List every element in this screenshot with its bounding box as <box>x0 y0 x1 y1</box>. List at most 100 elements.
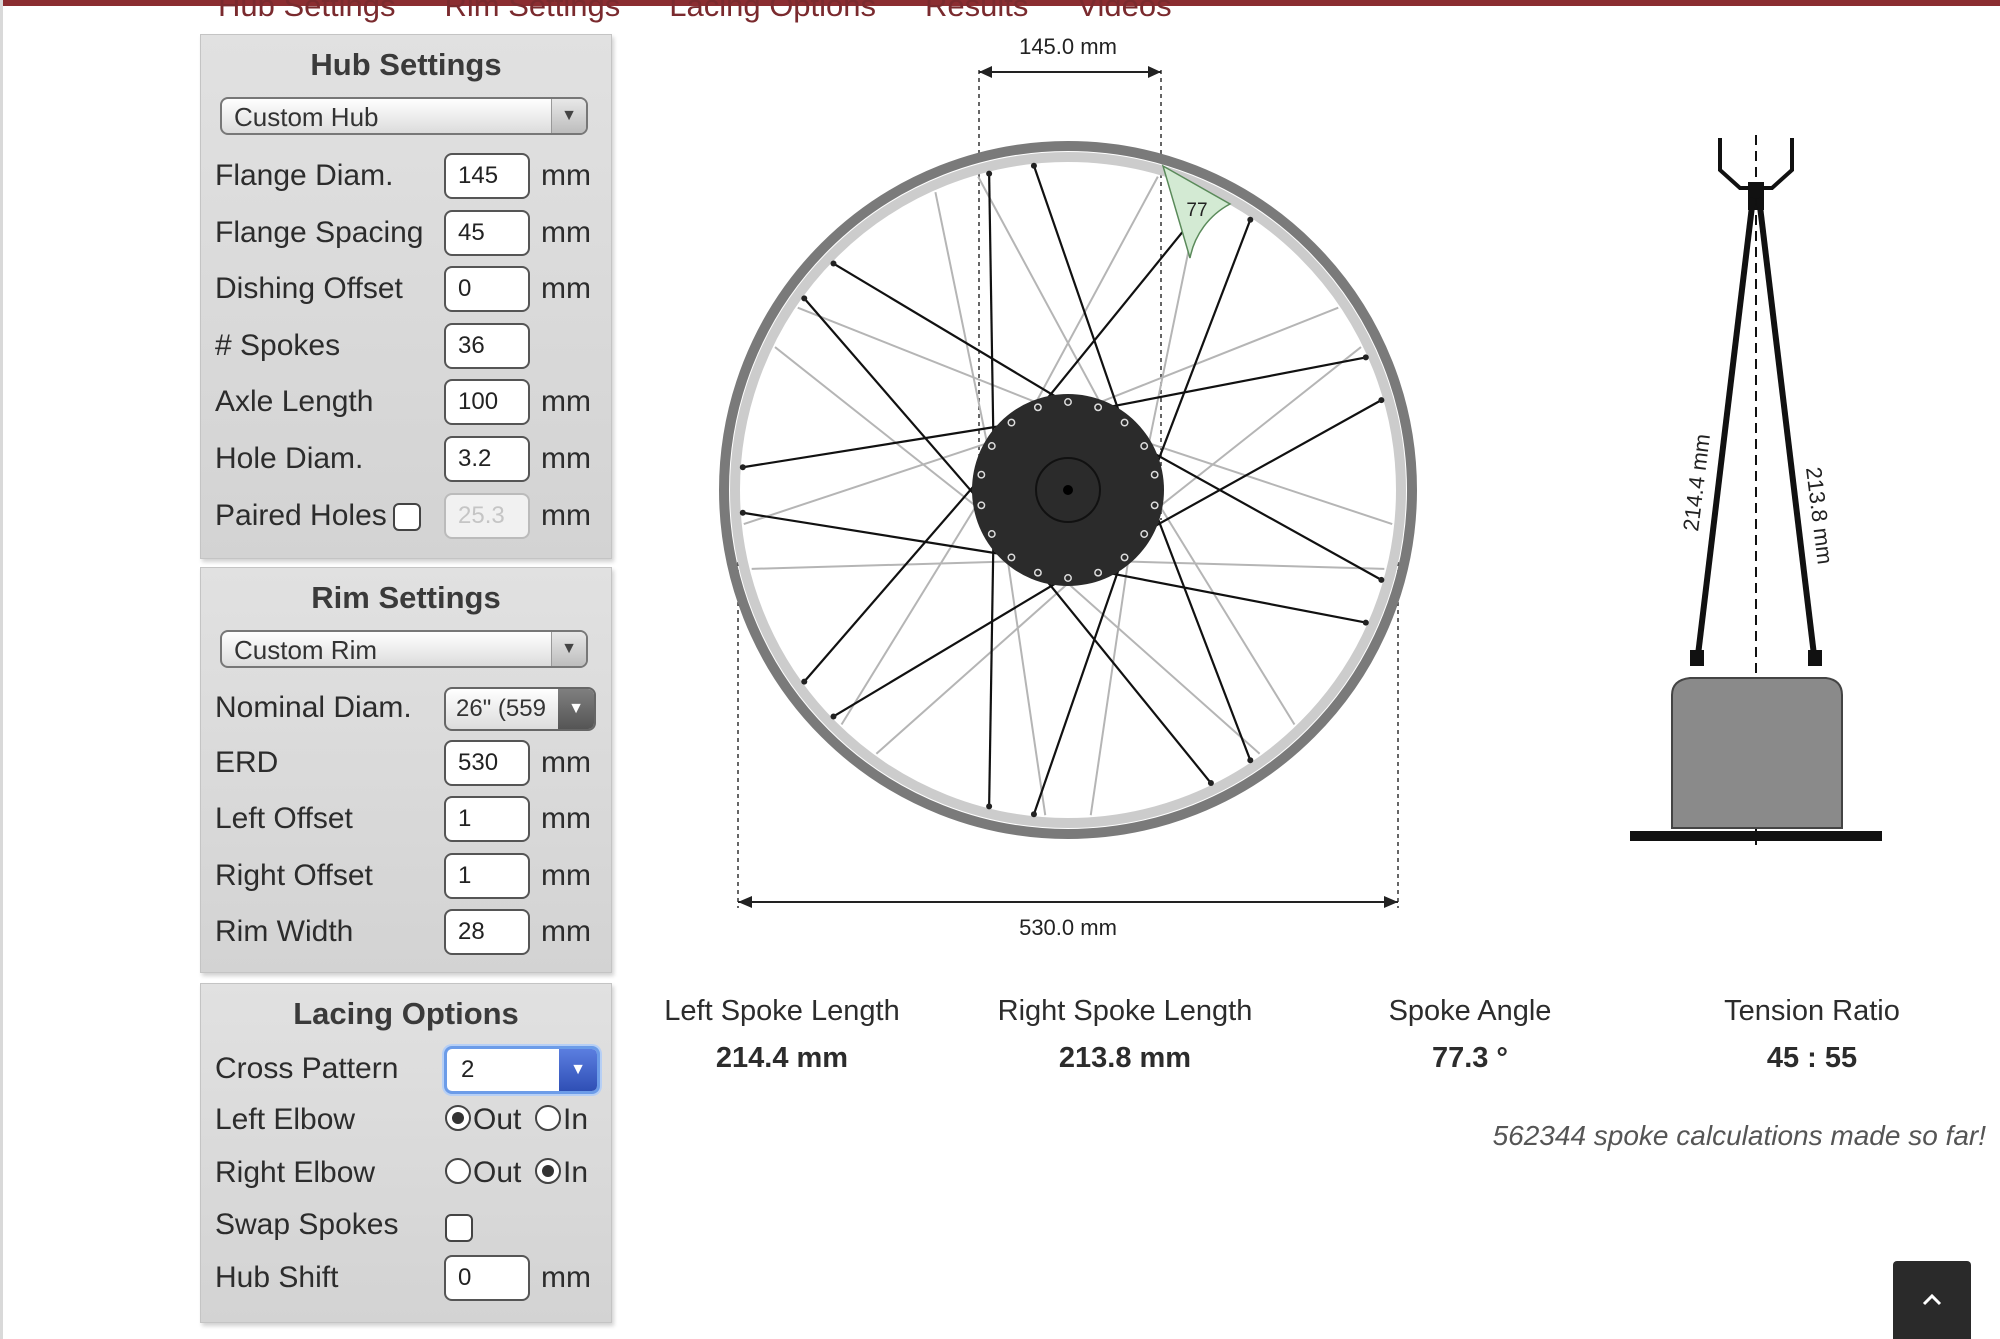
flange-spacing-value: 45 <box>458 219 485 246</box>
left-elbow-out-radio[interactable] <box>445 1105 471 1131</box>
back-spoke <box>751 560 1028 570</box>
flange-spacing-input[interactable]: 45 <box>444 210 530 256</box>
nominal-diam-value: 26" (559 <box>456 695 546 722</box>
spokes-row: # Spokes 36 <box>215 323 605 373</box>
chevron-up-icon <box>1922 1293 1942 1306</box>
left-elbow-out-label: Out <box>473 1103 522 1136</box>
spoke-nipple <box>830 713 837 720</box>
nav-rim-settings[interactable]: Rim Settings <box>445 0 621 26</box>
axle-length-input[interactable]: 100 <box>444 379 530 425</box>
wheel-profile-diagram: 214.4 mm 213.8 mm <box>1630 135 1882 845</box>
hub-settings-title: Hub Settings <box>310 47 502 82</box>
back-spoke <box>934 191 992 463</box>
cross-pattern-row: Cross Pattern 2 ▼ <box>215 1046 605 1096</box>
triangle-down-icon: ▼ <box>559 1049 597 1091</box>
cross-pattern-value: 2 <box>461 1056 475 1083</box>
back-spoke <box>1053 570 1261 755</box>
spoke-nipple <box>986 170 993 177</box>
triangle-down-icon: ▼ <box>551 632 586 666</box>
right-elbow-row: Right Elbow Out In <box>215 1150 605 1200</box>
back-spoke <box>977 176 1110 420</box>
spoke-nipple <box>1362 619 1369 626</box>
spokes-label: # Spokes <box>215 329 341 362</box>
hub-shift-value: 0 <box>458 1264 472 1291</box>
flange-diam-input[interactable]: 145 <box>444 153 530 199</box>
paired-holes-unit: mm <box>541 499 591 532</box>
scroll-to-top-button[interactable] <box>1893 1261 1971 1339</box>
front-spoke <box>742 423 1013 469</box>
hub-preset-select[interactable]: Custom Hub ▼ <box>220 97 588 135</box>
spoke-nipple <box>1247 757 1254 764</box>
rim-width-input[interactable]: 28 <box>444 909 530 955</box>
front-spoke <box>1037 570 1212 784</box>
cross-pattern-label: Cross Pattern <box>215 1052 399 1085</box>
spoke-nipple <box>1030 162 1037 169</box>
nav-hub-settings[interactable]: Hub Settings <box>218 0 396 26</box>
nominal-diam-label: Nominal Diam. <box>215 691 412 724</box>
spoke-nipple <box>1247 216 1254 223</box>
front-spoke <box>1097 356 1367 411</box>
spoke-nipple <box>1207 780 1214 787</box>
dishing-offset-unit: mm <box>541 272 591 305</box>
dishing-offset-label: Dishing Offset <box>215 272 403 305</box>
erd-input[interactable]: 530 <box>444 740 530 786</box>
hub-settings-panel: Hub Settings Custom Hub ▼ Flange Diam. 1… <box>200 34 612 559</box>
right-offset-input[interactable]: 1 <box>444 853 530 899</box>
right-elbow-in-radio[interactable] <box>535 1158 561 1184</box>
spoke-nipple <box>801 295 808 302</box>
result-spoke-angle: Spoke Angle 77.3 ° <box>1320 995 1620 1075</box>
front-spoke <box>988 173 995 448</box>
hub-shift-row: Hub Shift 0 mm <box>215 1255 605 1305</box>
nominal-diam-row: Nominal Diam. 26" (559 ▼ <box>215 685 605 735</box>
rim-preset-select[interactable]: Custom Rim ▼ <box>220 630 588 668</box>
hub-shift-label: Hub Shift <box>215 1261 339 1294</box>
triangle-down-icon: ▼ <box>551 99 586 133</box>
swap-spokes-row: Swap Spokes <box>215 1202 605 1252</box>
hole-diam-row: Hole Diam. 3.2 mm <box>215 436 605 486</box>
spokes-input[interactable]: 36 <box>444 323 530 369</box>
back-spoke <box>1108 560 1385 570</box>
front-spoke <box>832 262 1069 405</box>
right-offset-row: Right Offset 1 mm <box>215 853 605 903</box>
nominal-diam-select[interactable]: 26" (559 ▼ <box>444 687 596 731</box>
erd-value: 530 <box>458 749 499 776</box>
right-elbow-out-radio[interactable] <box>445 1158 471 1184</box>
hole-diam-value: 3.2 <box>458 445 492 472</box>
rim-width-label: Rim Width <box>215 915 354 948</box>
hole-diam-input[interactable]: 3.2 <box>444 436 530 482</box>
flange-diam-value: 145 <box>458 162 499 189</box>
flange-dimension-label: 145.0 mm <box>1019 34 1117 59</box>
paired-holes-checkbox[interactable] <box>393 503 421 531</box>
dishing-offset-row: Dishing Offset 0 mm <box>215 266 605 316</box>
erd-unit: mm <box>541 746 591 779</box>
cross-pattern-select[interactable]: 2 ▼ <box>444 1046 600 1094</box>
spokes-value: 36 <box>458 332 485 359</box>
erd-label: ERD <box>215 746 279 779</box>
rim-preset-value: Custom Rim <box>234 635 378 665</box>
swap-spokes-checkbox[interactable] <box>445 1214 473 1242</box>
left-elbow-in-radio[interactable] <box>535 1105 561 1131</box>
front-spoke <box>803 474 985 683</box>
back-spoke <box>840 489 987 726</box>
right-elbow-in-label: In <box>563 1156 589 1189</box>
left-offset-input[interactable]: 1 <box>444 796 530 842</box>
spoke-nipple <box>1362 354 1369 361</box>
hub-axle <box>1063 485 1073 495</box>
axle-length-unit: mm <box>541 385 591 418</box>
result-right-value: 213.8 mm <box>1058 1042 1192 1074</box>
result-left-value: 214.4 mm <box>715 1042 849 1074</box>
right-spoke-dimension: 213.8 mm <box>1801 466 1838 566</box>
paired-holes-value: 25.3 <box>458 502 505 529</box>
hole-diam-label: Hole Diam. <box>215 442 364 475</box>
back-spoke <box>797 306 1055 411</box>
back-spoke <box>1004 542 1047 816</box>
hole-diam-unit: mm <box>541 442 591 475</box>
paired-holes-row: Paired Holes 25.3 mm <box>215 493 605 543</box>
flange-spacing-label: Flange Spacing <box>215 216 424 249</box>
result-tension-title: Tension Ratio <box>1724 995 1900 1027</box>
rim-settings-panel: Rim Settings Custom Rim ▼ Nominal Diam. … <box>200 567 612 973</box>
hub-profile <box>1671 677 1843 829</box>
hub-shift-input[interactable]: 0 <box>444 1255 530 1301</box>
result-right-spoke: Right Spoke Length 213.8 mm <box>975 995 1275 1075</box>
dishing-offset-input[interactable]: 0 <box>444 266 530 312</box>
